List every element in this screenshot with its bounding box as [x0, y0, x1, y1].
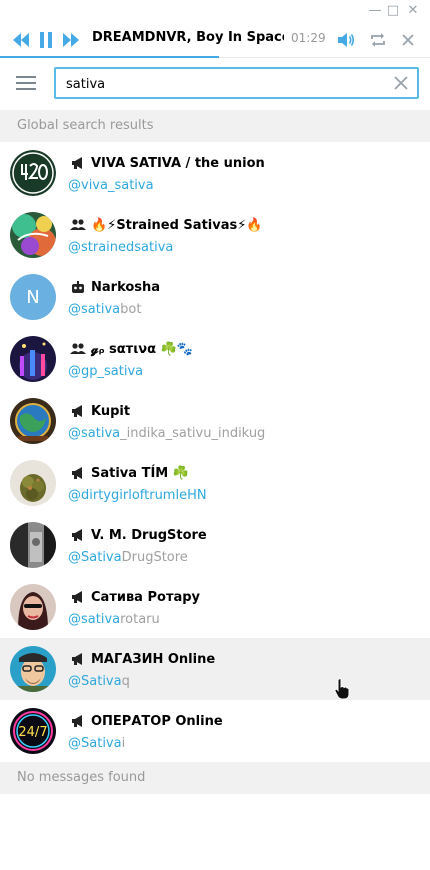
result-name: Narkosha [91, 279, 161, 295]
result-title: Kupit [70, 401, 130, 421]
result-name: 𝓰ᵨ ѕαтινα ☘️🐾 [91, 341, 193, 357]
track-title[interactable]: DREAMDNVR, Boy In Space – ... [92, 30, 284, 45]
result-row[interactable]: N Narkosha @sativabot [0, 266, 430, 328]
result-title: Сатива Ротару [70, 587, 200, 607]
result-handle: @Sativaq [68, 674, 130, 689]
minimize-window-button[interactable]: — [366, 2, 384, 20]
group-icon [70, 341, 86, 357]
result-handle: @dirtygirloftrumleHN [68, 488, 207, 503]
search-results-list: VIVA SATIVA / the union @viva_sativa 🔥⚡S… [0, 142, 430, 762]
close-icon[interactable] [398, 28, 418, 52]
hand-cursor-icon [334, 678, 350, 700]
result-title: Narkosha [70, 277, 160, 297]
volume-icon[interactable] [336, 28, 356, 52]
megaphone-icon [70, 155, 86, 171]
result-row[interactable]: 🔥⚡Strained Sativas⚡🔥 @strainedsativa [0, 204, 430, 266]
result-title: Sativa TÍM ☘️ [70, 463, 189, 483]
maximize-window-button[interactable]: □ [384, 2, 402, 20]
avatar: 24/7 [10, 708, 56, 754]
pause-icon[interactable] [36, 28, 56, 52]
megaphone-icon [70, 589, 86, 605]
result-handle: @sativabot [68, 302, 142, 317]
result-row[interactable]: Сатива Ротару @sativarotaru [0, 576, 430, 638]
avatar [10, 150, 56, 196]
avatar [10, 522, 56, 568]
result-name: Kupit [91, 403, 131, 419]
result-name: ОПЕРАТОР Online [91, 713, 223, 729]
repeat-icon[interactable] [368, 28, 388, 52]
result-name: Sativa TÍM ☘️ [91, 465, 189, 481]
result-row[interactable]: VIVA SATIVA / the union @viva_sativa [0, 142, 430, 204]
result-row[interactable]: 𝓰ᵨ ѕαтινα ☘️🐾 @gp_sativa [0, 328, 430, 390]
group-icon [70, 217, 86, 233]
avatar-letter: N [26, 286, 40, 308]
avatar [10, 460, 56, 506]
result-handle: @gp_sativa [68, 364, 144, 379]
avatar [10, 398, 56, 444]
result-handle: @sativarotaru [68, 612, 160, 627]
result-name: 🔥⚡Strained Sativas⚡🔥 [91, 217, 263, 233]
clear-search-icon[interactable] [391, 73, 411, 93]
result-row[interactable]: V. M. DrugStore @SativaDrugStore [0, 514, 430, 576]
bot-icon [70, 279, 86, 295]
result-title: 𝓰ᵨ ѕαтινα ☘️🐾 [70, 339, 193, 359]
global-search-results-header: Global search results [0, 110, 430, 142]
search-input[interactable] [66, 75, 376, 93]
result-handle: @strainedsativa [68, 240, 174, 255]
result-row[interactable]: Sativa TÍM ☘️ @dirtygirloftrumleHN [0, 452, 430, 514]
no-messages-header: No messages found [0, 762, 430, 794]
megaphone-icon [70, 527, 86, 543]
rewind-icon[interactable] [10, 28, 32, 52]
megaphone-icon [70, 465, 86, 481]
result-title: ОПЕРАТОР Online [70, 711, 223, 731]
result-row[interactable]: МАГАЗИН Online @Sativaq [0, 638, 430, 700]
avatar [10, 646, 56, 692]
media-player-bar: DREAMDNVR, Boy In Space – ... 01:29 [0, 22, 430, 58]
result-handle: @SativaDrugStore [68, 550, 188, 565]
result-name: МАГАЗИН Online [91, 651, 216, 667]
megaphone-icon [70, 403, 86, 419]
megaphone-icon [70, 713, 86, 729]
megaphone-icon [70, 651, 86, 667]
avatar [10, 336, 56, 382]
result-handle: @Sativai [68, 736, 126, 751]
track-time: 01:29 [291, 31, 326, 45]
result-name: VIVA SATIVA / the union [91, 155, 265, 171]
result-title: МАГАЗИН Online [70, 649, 215, 669]
close-window-button[interactable]: ✕ [404, 2, 422, 20]
result-name: V. M. DrugStore [91, 527, 207, 543]
avatar [10, 584, 56, 630]
result-name: Сатива Ротару [91, 589, 201, 605]
menu-icon[interactable] [16, 72, 38, 92]
result-title: V. M. DrugStore [70, 525, 207, 545]
search-bar [0, 58, 430, 108]
result-row[interactable]: 24/7 ОПЕРАТОР Online @Sativai [0, 700, 430, 762]
result-title: VIVA SATIVA / the union [70, 153, 265, 173]
search-field-box[interactable] [54, 67, 419, 99]
window-titlebar: — □ ✕ [0, 0, 430, 22]
forward-icon[interactable] [60, 28, 82, 52]
avatar: N [10, 274, 56, 320]
result-title: 🔥⚡Strained Sativas⚡🔥 [70, 215, 263, 235]
avatar [10, 212, 56, 258]
result-handle: @viva_sativa [68, 178, 154, 193]
avatar-text: 24/7 [18, 725, 47, 740]
result-handle: @sativa_indika_sativu_indikug [68, 426, 266, 441]
result-row[interactable]: Kupit @sativa_indika_sativu_indikug [0, 390, 430, 452]
